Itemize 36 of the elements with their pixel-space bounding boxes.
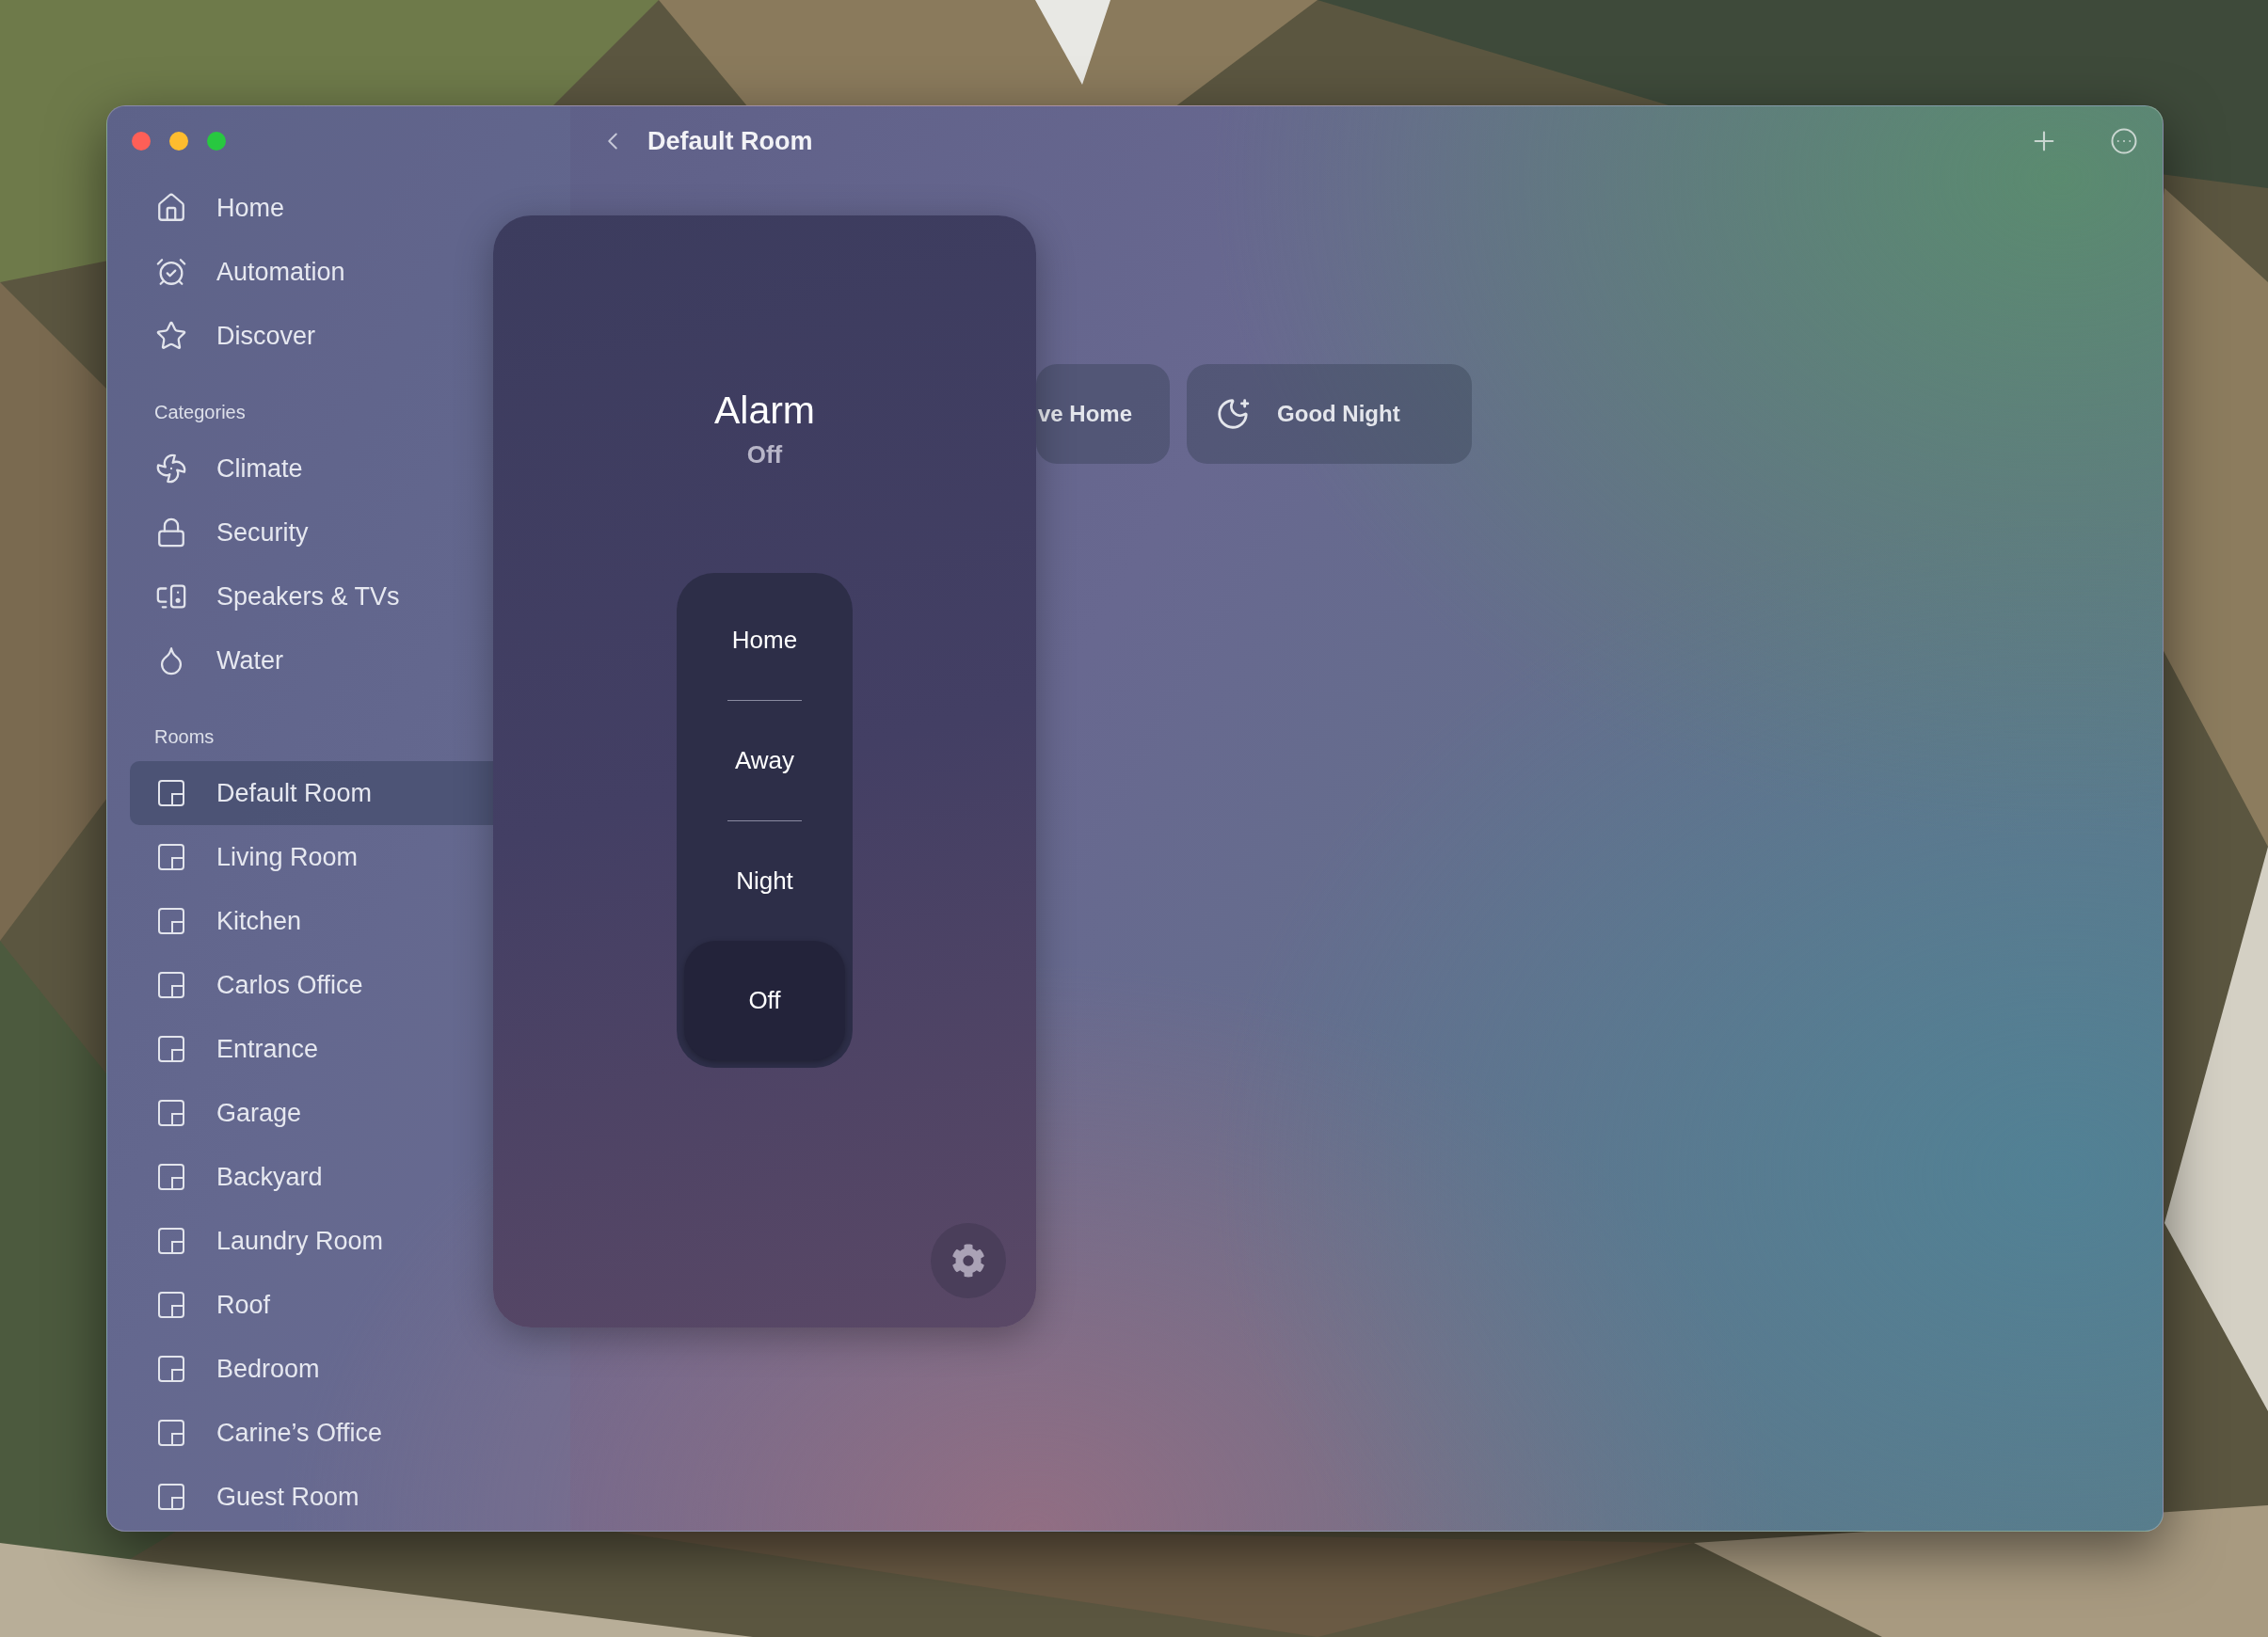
more-icon	[2110, 127, 2138, 155]
gear-icon	[951, 1244, 985, 1278]
mode-option[interactable]: Home	[684, 580, 845, 700]
room-icon	[157, 1163, 185, 1191]
more-button[interactable]	[2110, 127, 2138, 155]
room-icon	[157, 907, 185, 935]
room-icon	[157, 1099, 185, 1127]
lock-icon	[155, 517, 187, 548]
sidebar-item[interactable]: Carine’s Office	[130, 1401, 570, 1465]
room-icon	[157, 971, 185, 999]
scene-button[interactable]: Good Night	[1187, 364, 1472, 464]
room-icon	[157, 1355, 185, 1383]
room-icon	[157, 779, 185, 807]
room-icon	[157, 1483, 185, 1511]
sidebar-item[interactable]: Bedroom	[130, 1337, 570, 1401]
section-header: Rooms	[154, 726, 215, 747]
room-icon	[157, 1419, 185, 1447]
sidebar-item[interactable]: Guest Room	[130, 1465, 570, 1529]
mode-option[interactable]: Night	[684, 821, 845, 941]
scene-button[interactable]: ve Home	[1036, 364, 1171, 464]
mode-option[interactable]: Off	[684, 941, 845, 1060]
home-icon	[155, 192, 187, 224]
room-icon	[157, 1291, 185, 1319]
room-icon	[157, 1035, 185, 1063]
mode-option[interactable]: Away	[684, 701, 845, 820]
section-header: Categories	[154, 402, 246, 422]
fan-icon	[155, 453, 187, 485]
alarm-title: Alarm	[713, 389, 816, 433]
sidebar-item[interactable]: Home	[130, 176, 570, 240]
room-icon	[157, 1227, 185, 1255]
alarm-status: Off	[746, 440, 783, 469]
alarm-clock-icon	[155, 256, 187, 288]
moon-stars-icon	[1215, 396, 1252, 432]
star-icon	[155, 320, 187, 352]
room-icon	[157, 843, 185, 871]
window-title: Default Room	[647, 126, 813, 156]
